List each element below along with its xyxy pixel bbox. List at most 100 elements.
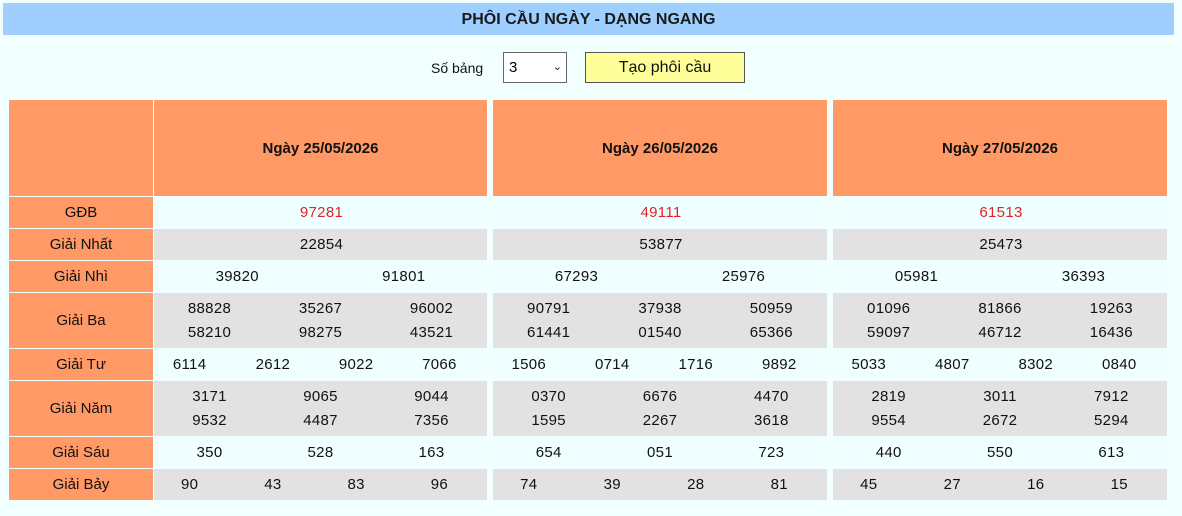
prize-cell-nhi: 39820 91801 [154,261,487,292]
prize-number: 37938 [638,300,682,317]
prize-number: 7066 [422,356,457,373]
prize-number: 1595 [531,412,566,429]
prize-number: 39820 [215,268,259,285]
prize-number: 01096 [867,300,911,317]
prize-cell-bay: 45 27 16 15 [833,469,1167,500]
prize-number: 25473 [979,236,1023,253]
prize-number: 96002 [409,300,454,317]
prize-number: 163 [418,444,445,461]
prize-number: 0840 [1101,356,1137,373]
prize-number: 550 [987,444,1013,461]
row-label: Giải Tư [9,349,153,380]
prize-number: 35267 [298,300,343,317]
prize-number: 4487 [303,412,338,429]
prize-cell-nam: 3171 9065 9044 9532 4487 7356 [154,381,487,436]
prize-cell-tu: 5033 4807 8302 0840 [833,349,1167,380]
prize-number: 96 [430,476,449,493]
prize-cell-nam: 2819 3011 7912 9554 2672 5294 [833,381,1167,436]
row-label: Giải Nhì [9,261,153,292]
prize-cell-bay: 74 39 28 81 [493,469,827,500]
row-label: Giải Bảy [9,469,153,500]
prize-number: 74 [520,476,538,493]
prize-number: 91801 [382,268,426,285]
prize-cell-tu: 6114 2612 9022 7066 [154,349,487,380]
prize-number: 9065 [303,388,338,405]
prize-number: 2267 [642,412,678,429]
prize-number: 4470 [754,388,789,405]
prize-number: 8302 [1018,356,1054,373]
prize-number: 9044 [414,388,449,405]
prize-number: 15 [1110,476,1128,493]
prize-cell-nhi: 05981 36393 [833,261,1167,292]
prize-cell-tu: 1506 0714 1716 9892 [493,349,827,380]
prize-number: 36393 [1061,268,1106,285]
prize-number: 1506 [511,356,547,373]
row-label: Giải Ba [9,293,153,348]
prize-number: 05981 [894,268,939,285]
prize-number: 16436 [1089,324,1133,341]
prize-number: 58210 [187,324,232,341]
prize-number: 19263 [1089,300,1133,317]
prize-number: 45 [860,476,878,493]
date-header: Ngày 26/05/2026 [493,100,827,196]
date-header: Ngày 25/05/2026 [154,100,487,196]
prize-number: 3171 [192,388,227,405]
prize-number: 2672 [982,412,1018,429]
prize-number: 98275 [298,324,343,341]
prize-number: 27 [943,476,961,493]
row-label: GĐB [9,197,153,228]
prize-number: 440 [875,444,902,461]
page-title: PHÔI CẦU NGÀY - DẠNG NGANG [3,3,1174,35]
prize-number: 28 [687,476,705,493]
prize-cell-sau: 654 051 723 [493,437,827,468]
table-count-select[interactable]: 3 ⌄ [503,52,567,83]
corner-header [9,100,153,196]
prize-number: 50959 [749,300,793,317]
prize-number: 65366 [749,324,793,341]
prize-cell-nhi: 67293 25976 [493,261,827,292]
prize-cell-sau: 440 550 613 [833,437,1167,468]
prize-number: 22854 [299,236,344,253]
date-header: Ngày 27/05/2026 [833,100,1167,196]
prize-number: 97281 [299,204,344,221]
prize-number: 53877 [639,236,683,253]
prize-cell-ba: 88828 35267 96002 58210 98275 43521 [154,293,487,348]
prize-number: 5033 [851,356,887,373]
prize-number: 9892 [761,356,797,373]
prize-number: 61441 [527,324,571,341]
prize-number: 81866 [978,300,1022,317]
prize-number: 67293 [554,268,599,285]
prize-number: 613 [1098,444,1125,461]
controls-bar: Số bảng 3 ⌄ Tạo phôi cầu [0,51,1182,85]
prize-number: 9022 [338,356,374,373]
prize-number: 81 [770,476,788,493]
prize-number: 1716 [678,356,714,373]
prize-number: 83 [347,476,365,493]
prize-number: 46712 [978,324,1022,341]
prize-number: 654 [535,444,562,461]
prize-cell-nhat: 53877 [493,229,827,260]
prize-number: 2612 [255,356,291,373]
prize-number: 4807 [934,356,970,373]
row-label: Giải Nhất [9,229,153,260]
prize-number: 39 [603,476,621,493]
table-count-value: 3 [509,59,518,76]
generate-button[interactable]: Tạo phôi cầu [585,52,745,83]
prize-cell-gdb: 97281 [154,197,487,228]
row-label: Giải Sáu [9,437,153,468]
prize-number: 9532 [192,412,227,429]
prize-number: 3011 [983,388,1017,405]
prize-cell-bay: 90 43 83 96 [154,469,487,500]
chevron-down-icon: ⌄ [552,61,562,73]
prize-number: 49111 [640,204,682,221]
prize-number: 9554 [871,412,906,429]
prize-number: 25976 [721,268,766,285]
prize-cell-sau: 350 528 163 [154,437,487,468]
prize-number: 528 [307,444,334,461]
prize-cell-gdb: 49111 [493,197,827,228]
prize-cell-nhat: 25473 [833,229,1167,260]
prize-number: 61513 [979,204,1023,221]
prize-number: 350 [196,444,223,461]
prize-number: 88828 [187,300,232,317]
prize-number: 0370 [531,388,566,405]
